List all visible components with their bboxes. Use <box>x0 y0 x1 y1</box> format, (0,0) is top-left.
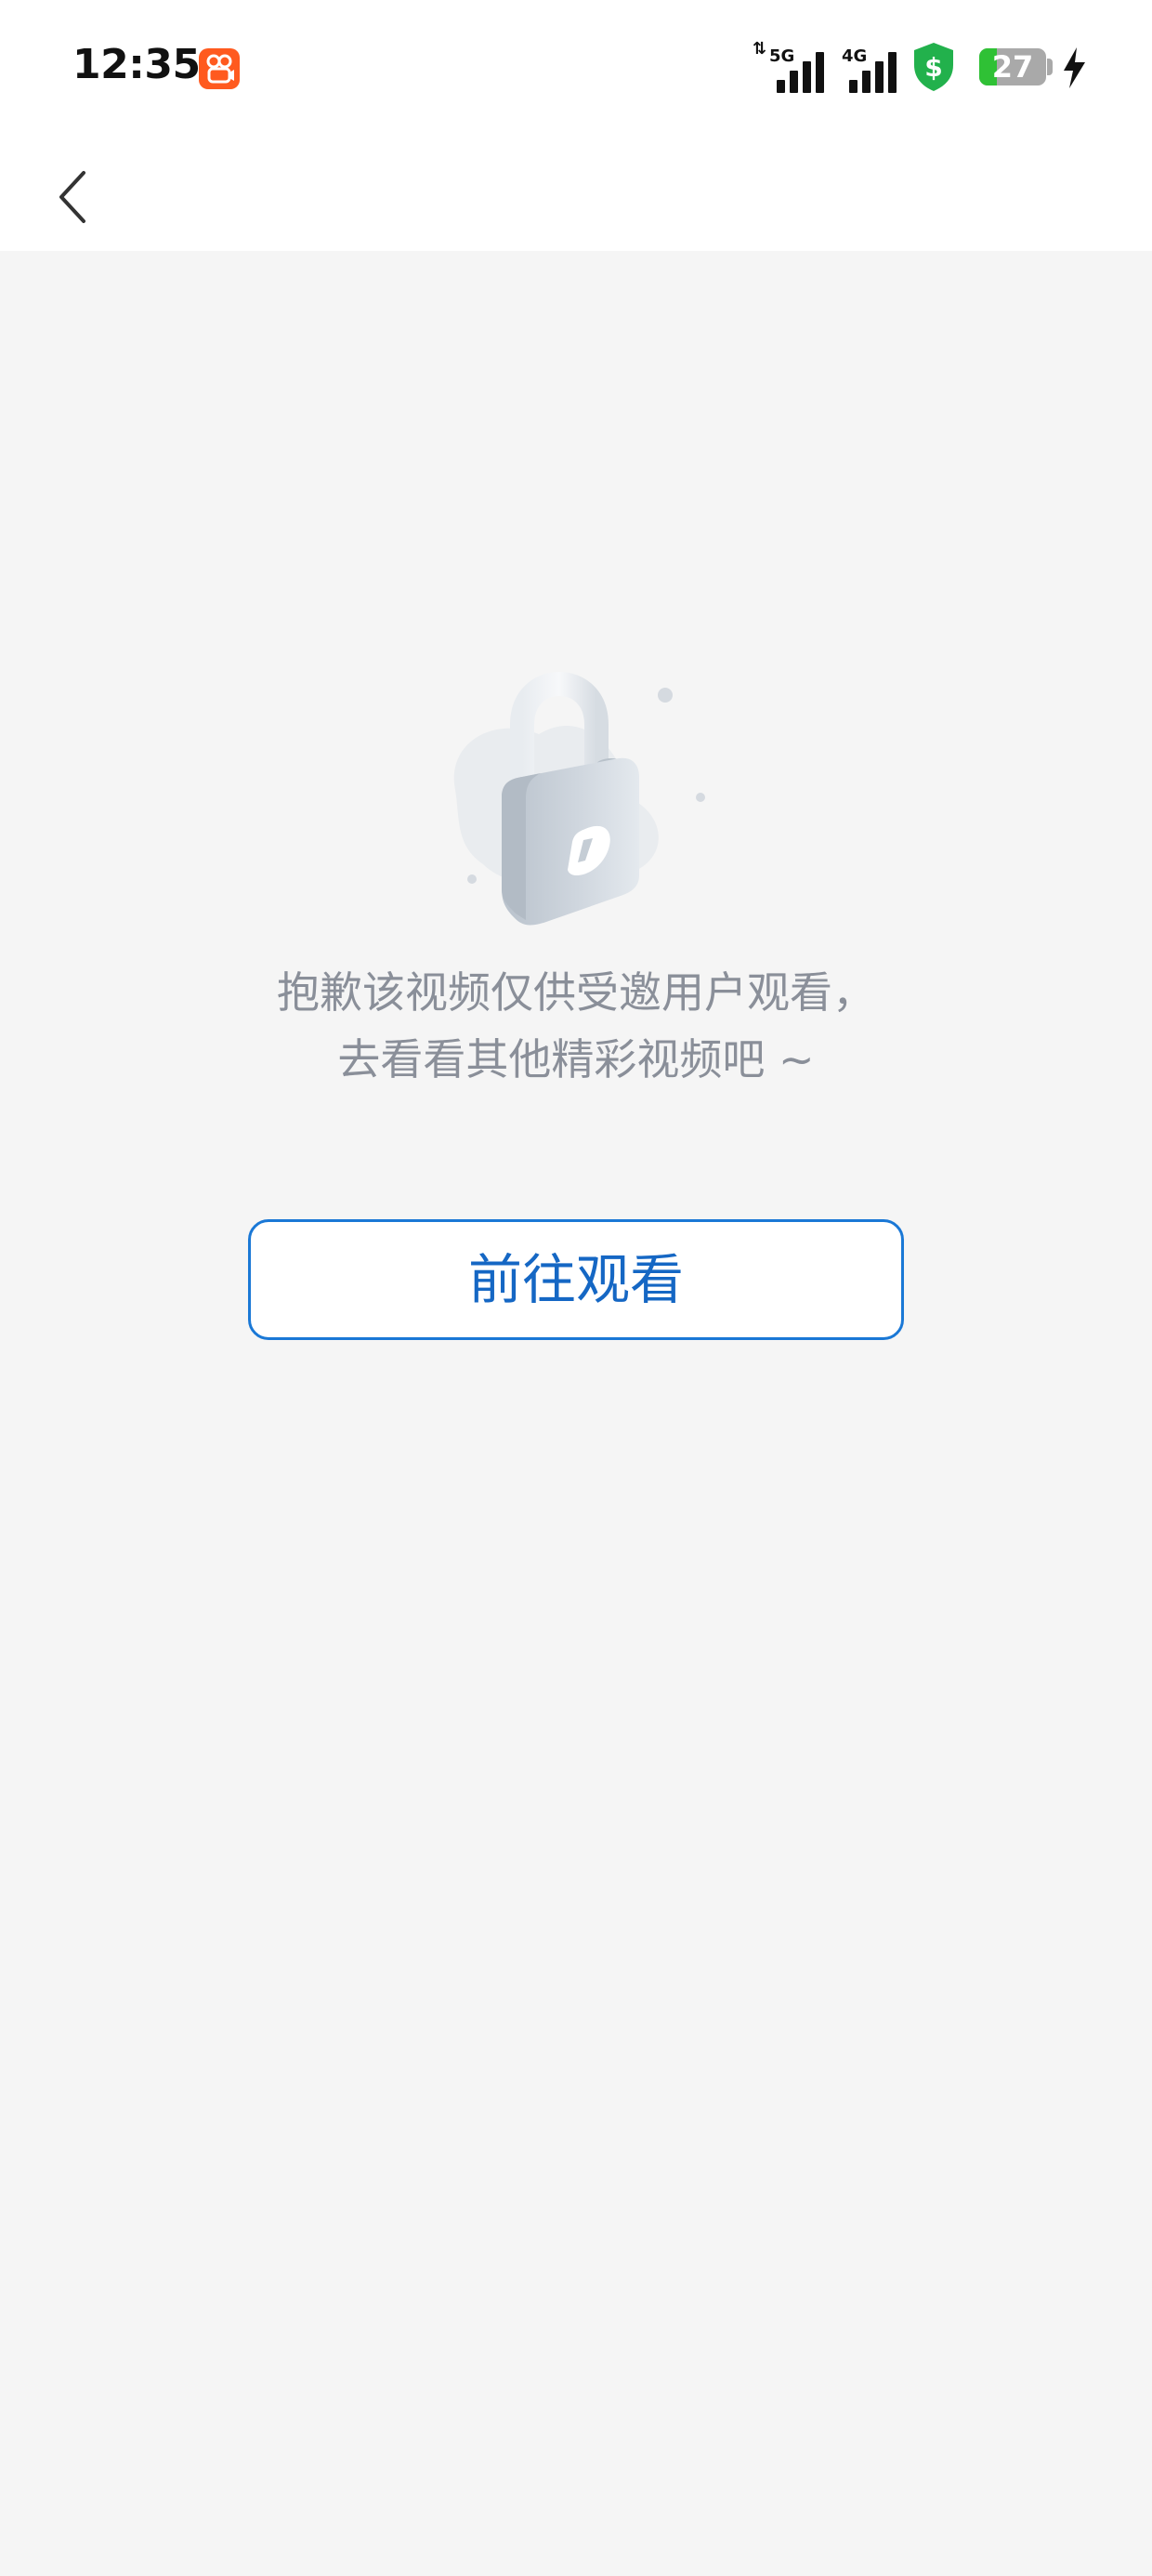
back-arrow-icon <box>59 171 85 223</box>
signal-bars-icon <box>777 50 836 93</box>
battery-indicator: 27 <box>979 48 1046 85</box>
battery-level-text: 27 <box>991 49 1034 85</box>
battery-tip <box>1047 59 1053 75</box>
security-shield-icon: $ <box>910 41 957 97</box>
go-watch-button[interactable]: 前往观看 <box>248 1219 904 1340</box>
padlock-icon <box>437 669 715 948</box>
message-line-2: 去看看其他精彩视频吧 ~ <box>337 1034 815 1084</box>
back-button[interactable] <box>37 160 111 234</box>
signal-bars-icon <box>849 50 909 93</box>
app-notification-icon <box>199 48 240 89</box>
status-time: 12:35 <box>72 41 201 88</box>
restricted-video-message: 抱歉该视频仅供受邀用户观看， 去看看其他精彩视频吧 ~ <box>0 959 1152 1093</box>
svg-text:$: $ <box>924 52 942 83</box>
data-arrows-icon: ⇅ <box>753 39 767 59</box>
message-line-1: 抱歉该视频仅供受邀用户观看， <box>277 967 875 1018</box>
status-bar: 12:35 ⇅ 5G 4G $ 27 <box>0 0 1152 139</box>
charging-bolt-icon <box>1061 46 1087 93</box>
navigation-bar <box>0 139 1152 251</box>
